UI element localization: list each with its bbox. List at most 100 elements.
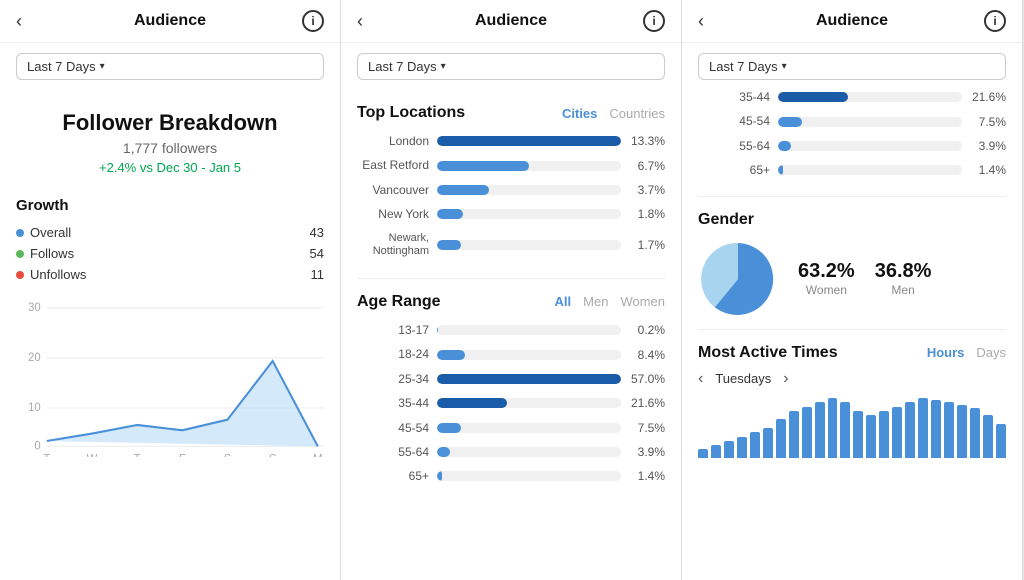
age-bars-top: 35-44 21.6% 45-54 7.5% 55-64 3.9% 65+ [682,90,1022,196]
gender-labels: 63.2% Women 36.8% Men [798,260,1006,297]
bar-track-3544 [437,398,621,408]
bar-age-1317: 13-17 0.2% [357,323,665,337]
tab-all[interactable]: All [555,294,572,309]
hour-bar [996,424,1006,458]
bar-fill-1824 [437,350,465,360]
panel-3: ‹ Audience i Last 7 Days ▾ 35-44 21.6% 4… [682,0,1023,580]
bar-vancouver: Vancouver 3.7% [357,183,665,197]
dropdown-3[interactable]: Last 7 Days ▾ [698,53,1006,80]
gender-men-pct: 36.8% [875,260,932,283]
location-tabs: Cities Countries [562,106,665,121]
bar-london: London 13.3% [357,134,665,148]
info-icon-2[interactable]: i [643,10,665,32]
bar-pct-5564: 3.9% [629,445,665,459]
growth-follows-value: 54 [310,246,324,261]
growth-section: Growth Overall 43 Follows 54 Unfollows 1… [0,185,340,289]
active-times-section: Most Active Times Hours Days ‹ Tuesdays … [682,330,1022,468]
bar-pct-newark: 1.7% [629,238,665,252]
growth-unfollows: Unfollows 11 [16,264,324,285]
bar-p3-fill-3544 [778,92,848,102]
info-icon-3[interactable]: i [984,10,1006,32]
tab-hours[interactable]: Hours [927,345,965,360]
prev-day-button[interactable]: ‹ [698,370,703,388]
bar-p3-fill-65plus [778,165,783,175]
bar-track-london [437,136,621,146]
active-times-title: Most Active Times [698,344,838,362]
tab-men[interactable]: Men [583,294,608,309]
bar-track-vancouver [437,185,621,195]
bar-p3-track-3544 [778,92,962,102]
bar-label-newark: Newark, Nottingham [357,232,437,258]
panel-2-scroll[interactable]: Top Locations Cities Countries London 13… [341,90,681,580]
bar-label-65plus: 65+ [357,469,437,483]
bar-track-eastretford [437,161,621,171]
bar-track-1317 [437,325,621,335]
bar-pct-vancouver: 3.7% [629,183,665,197]
gender-chart: 63.2% Women 36.8% Men [698,239,1006,319]
active-times-header: Most Active Times Hours Days [698,344,1006,362]
gender-women-label: Women [806,283,847,297]
top-locations-title: Top Locations [357,104,465,122]
info-icon-1[interactable]: i [302,10,324,32]
hour-bar [892,407,902,458]
panel-1-title: Audience [134,12,206,30]
tab-cities[interactable]: Cities [562,106,597,121]
bar-fill-2534 [437,374,621,384]
bar-p3-65plus: 65+ 1.4% [698,163,1006,177]
bar-p3-track-4554 [778,117,962,127]
hour-bar [815,402,825,458]
hour-bar [918,398,928,458]
bar-label-4554: 45-54 [357,421,437,435]
dropdown-1[interactable]: Last 7 Days ▾ [16,53,324,80]
svg-text:T: T [134,453,141,457]
top-locations-section: Top Locations Cities Countries London 13… [341,90,681,278]
bar-label-1317: 13-17 [357,323,437,337]
tab-women[interactable]: Women [620,294,665,309]
bar-newyork: New York 1.8% [357,207,665,221]
gender-women: 63.2% Women [798,260,855,297]
bar-pct-65plus: 1.4% [629,469,665,483]
hour-bar [931,400,941,458]
bar-pct-1317: 0.2% [629,323,665,337]
bar-p3-3544: 35-44 21.6% [698,90,1006,104]
panel-3-title: Audience [816,12,888,30]
hours-bars [698,388,1006,458]
dropdown-2[interactable]: Last 7 Days ▾ [357,53,665,80]
bar-label-vancouver: Vancouver [357,183,437,197]
follower-count: 1,777 followers [16,140,324,156]
svg-text:M: M [313,453,322,457]
panel-2: ‹ Audience i Last 7 Days ▾ Top Locations… [341,0,682,580]
bar-fill-vancouver [437,185,489,195]
bar-fill-newyork [437,209,463,219]
bar-p3-fill-4554 [778,117,802,127]
gender-men: 36.8% Men [875,260,932,297]
location-bars: London 13.3% East Retford 6.7% Vancouver [357,134,665,258]
bar-p3-label-4554: 45-54 [698,114,778,128]
bar-track-newyork [437,209,621,219]
next-day-button[interactable]: › [783,370,788,388]
growth-overall-label: Overall [30,225,71,240]
gender-stats: 63.2% Women 36.8% Men [798,260,1006,297]
back-icon-2[interactable]: ‹ [357,11,363,32]
panel-2-title: Audience [475,12,547,30]
back-icon-3[interactable]: ‹ [698,11,704,32]
back-icon[interactable]: ‹ [16,11,22,32]
tab-days[interactable]: Days [976,345,1006,360]
follower-heading: Follower Breakdown [16,110,324,136]
svg-text:0: 0 [34,440,40,452]
bar-pct-2534: 57.0% [629,372,665,386]
bar-pct-1824: 8.4% [629,348,665,362]
hour-bar [970,408,980,458]
gender-section: Gender 63.2% Women [682,197,1022,329]
bar-p3-pct-65plus: 1.4% [970,163,1006,177]
growth-overall: Overall 43 [16,222,324,243]
hour-bar [750,432,760,458]
bar-p3-label-65plus: 65+ [698,163,778,177]
dot-blue [16,229,24,237]
growth-follows-label: Follows [30,246,74,261]
bar-p3-track-5564 [778,141,962,151]
bar-fill-1317 [437,325,438,335]
tab-countries[interactable]: Countries [609,106,665,121]
hour-bar [789,411,799,458]
svg-text:30: 30 [28,302,41,314]
